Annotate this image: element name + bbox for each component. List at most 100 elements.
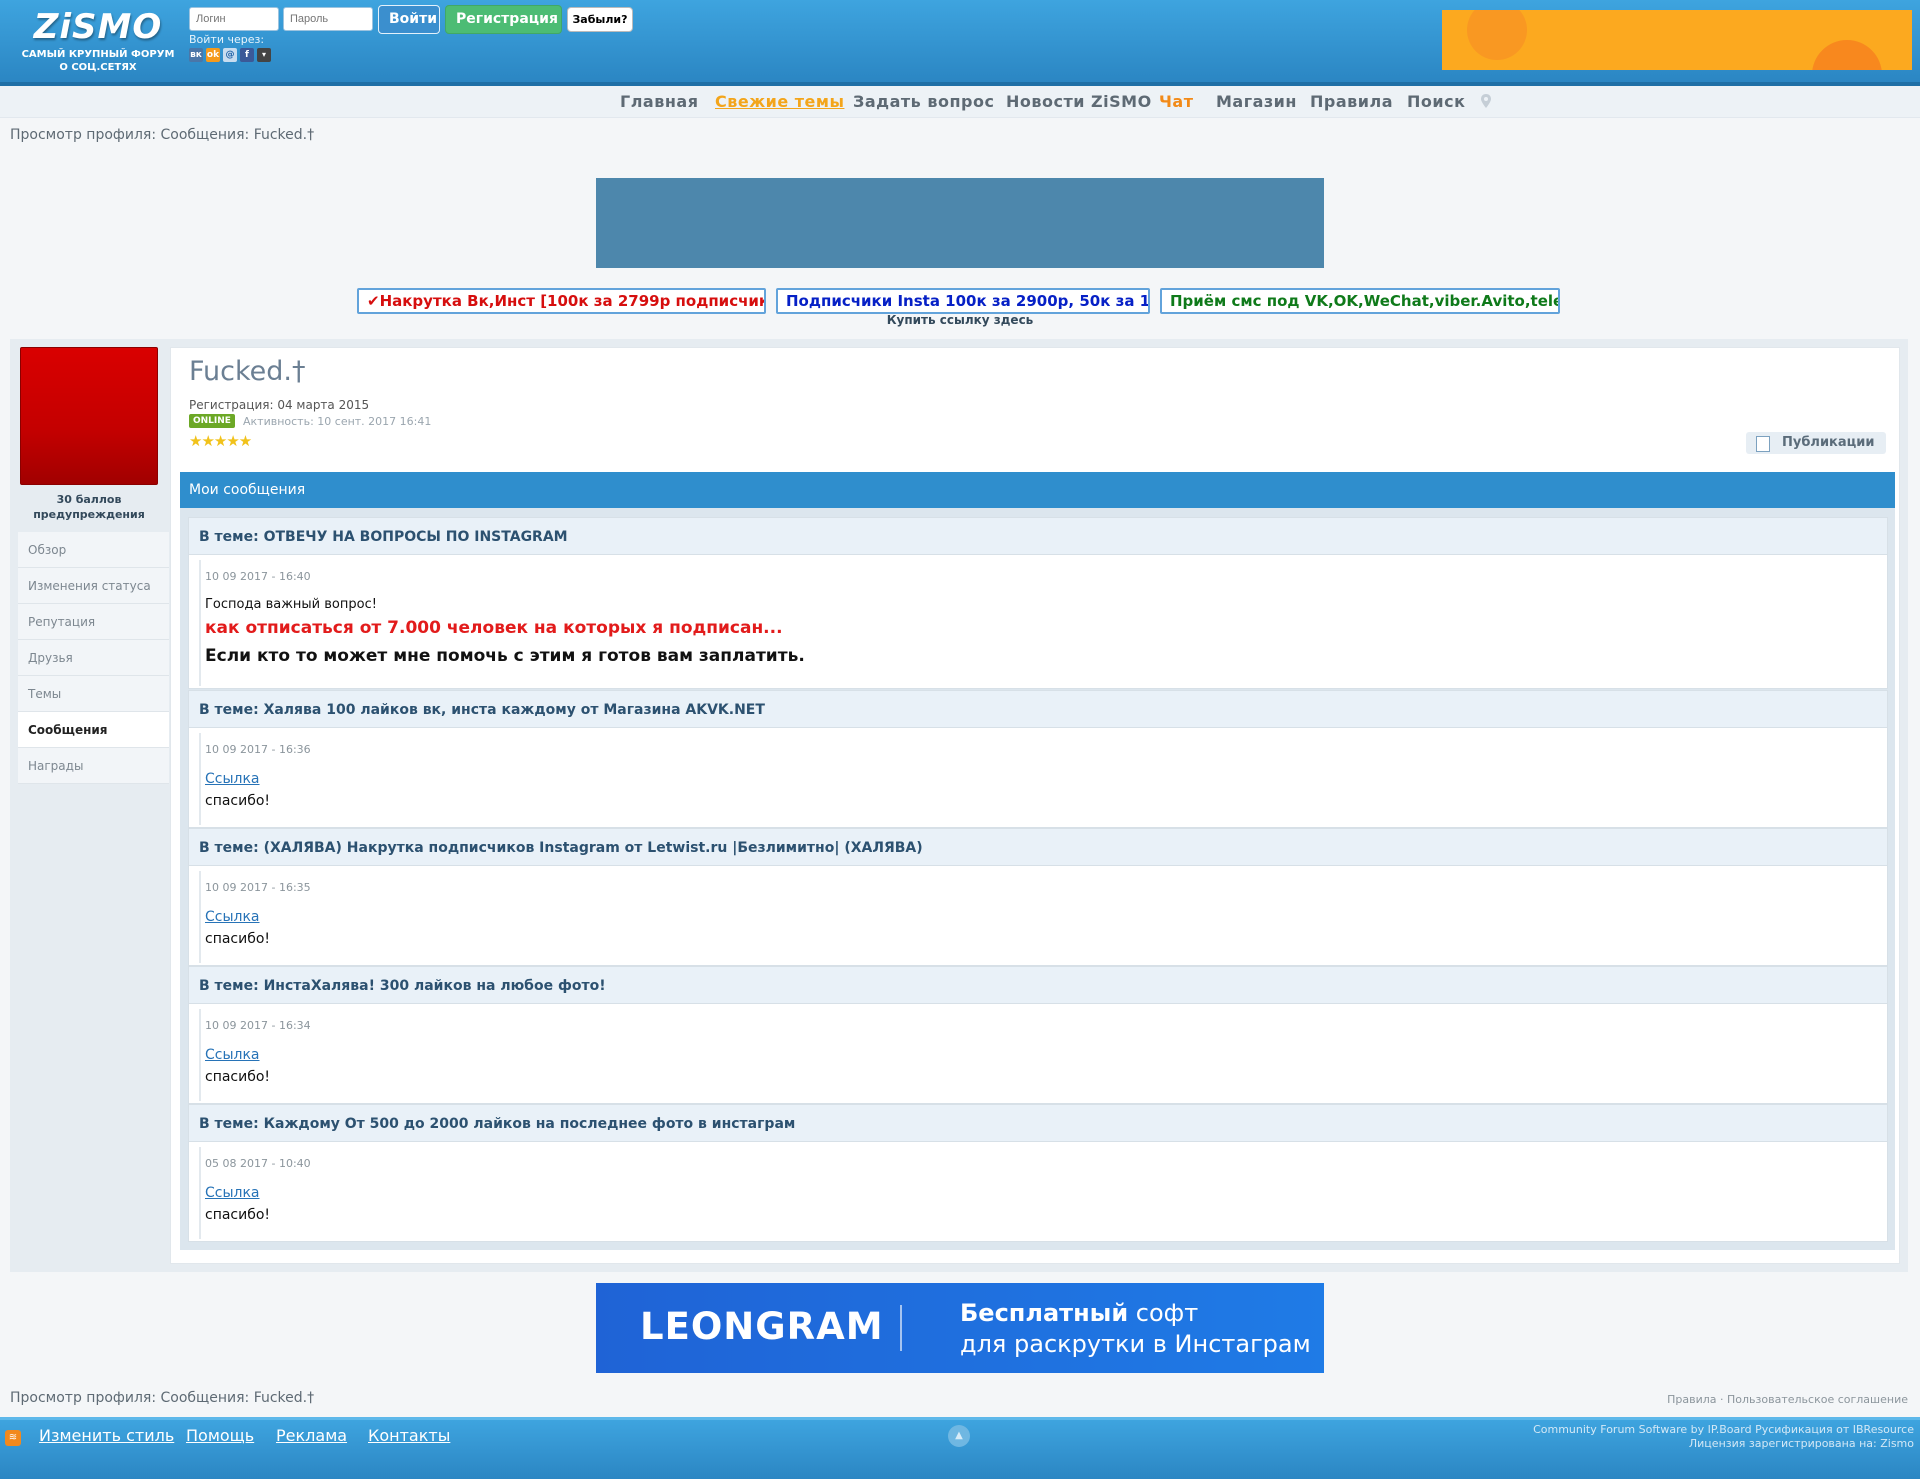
top-banner-ad[interactable] [596,178,1324,268]
bottom-banner-ad[interactable]: LEONGRAM Бесплатный софт для раскрутки в… [596,1283,1324,1373]
post-link[interactable]: Ссылка [205,1185,260,1201]
logo-tagline-2: О СОЦ.СЕТЯХ [59,62,137,73]
post-quote-bar [199,1147,201,1239]
publications-label: Публикации [1782,435,1875,450]
footer-change-style[interactable]: Изменить стиль [39,1426,174,1445]
ad-brand: LEONGRAM [640,1305,884,1348]
vk-icon[interactable]: вк [189,48,203,62]
post-topic-link[interactable]: В теме: Каждому От 500 до 2000 лайков на… [189,1105,1887,1142]
banner-shape [1812,40,1882,70]
post-text-bold: Если кто то может мне помочь с этим я го… [205,646,805,666]
side-menu-status-changes[interactable]: Изменения статуса [18,568,169,604]
copyright-line-1: Community Forum Software by IP.Board Рус… [1533,1423,1914,1436]
site-logo[interactable]: ZiSMO САМЫЙ КРУПНЫЙ ФОРУМ О СОЦ.СЕТЯХ [18,6,178,80]
buy-link[interactable]: Купить ссылку здесь [0,313,1920,327]
post-item: В теме: ОТВЕЧУ НА ВОПРОСЫ ПО INSTAGRAM 1… [188,517,1888,689]
login-button[interactable]: Войти [378,5,440,34]
avatar [20,347,158,485]
ad-line-1: Бесплатный софт [960,1299,1198,1327]
promo-link-1[interactable]: ✔Накрутка Вк,Инст [100к за 2799р подписч… [357,288,766,314]
my-posts-title: Мои сообщения [180,472,1895,508]
post-item: В теме: (ХАЛЯВА) Накрутка подписчиков In… [188,828,1888,966]
post-quote-bar [199,733,201,825]
post-link[interactable]: Ссылка [205,771,260,787]
warning-points[interactable]: 30 баллов предупреждения [20,492,158,522]
footer-contacts[interactable]: Контакты [368,1426,450,1445]
side-menu-overview[interactable]: Обзор [18,532,169,568]
login-via-label: Войти через: [189,33,265,46]
location-pin-icon[interactable] [1481,94,1491,108]
ad-line-1-bold: Бесплатный [960,1299,1129,1327]
post-quote-bar [199,1009,201,1101]
more-icon[interactable]: ▾ [257,48,271,62]
nav-latest-topics[interactable]: Свежие темы [715,92,844,111]
post-link[interactable]: Ссылка [205,1047,260,1063]
nav-ask-question[interactable]: Задать вопрос [853,92,994,111]
post-topic-link[interactable]: В теме: ОТВЕЧУ НА ВОПРОСЫ ПО INSTAGRAM [189,518,1887,555]
rss-icon[interactable]: ≋ [5,1430,21,1446]
post-topic-link[interactable]: В теме: Халява 100 лайков вк, инста кажд… [189,691,1887,728]
side-menu-posts[interactable]: Сообщения [18,712,169,748]
post-date: 05 08 2017 - 10:40 [205,1157,311,1170]
nav-rules[interactable]: Правила [1310,92,1393,111]
publications-button[interactable]: Публикации [1746,432,1886,454]
main-nav: Главная Свежие темы Задать вопрос Новост… [0,86,1920,118]
footer-legal-links[interactable]: Правила · Пользовательское соглашение [1667,1393,1908,1406]
online-badge: ONLINE [189,414,235,428]
breadcrumb-bottom: Просмотр профиля: Сообщения: Fucked.† [10,1390,315,1406]
profile-name: Fucked.† [189,356,306,387]
site-footer: ≋ Изменить стиль Помощь Реклама Контакты… [0,1417,1920,1479]
header-banner-ad[interactable] [1442,10,1912,70]
login-input[interactable] [189,7,279,31]
post-text-highlight: как отписаться от 7.000 человек на котор… [205,618,783,638]
post-text: спасибо! [205,1207,271,1223]
password-input[interactable] [283,7,373,31]
odnoklassniki-icon[interactable]: ok [206,48,220,62]
side-menu-reputation[interactable]: Репутация [18,604,169,640]
side-menu-friends[interactable]: Друзья [18,640,169,676]
profile-side-menu: Обзор Изменения статуса Репутация Друзья… [18,532,169,784]
post-text: спасибо! [205,1069,271,1085]
rating-stars: ★★★★★ [189,432,252,450]
promo-link-3[interactable]: Приём смс под VK,OK,WeChat,viber.Avito,t… [1160,288,1560,314]
footer-advertising[interactable]: Реклама [276,1426,347,1445]
warning-label: предупреждения [33,508,145,521]
nav-shop[interactable]: Магазин [1216,92,1297,111]
registration-date: Регистрация: 04 марта 2015 [189,398,370,412]
post-item: В теме: Халява 100 лайков вк, инста кажд… [188,690,1888,828]
forgot-password-button[interactable]: Забыли? [567,7,633,32]
nav-home[interactable]: Главная [620,92,698,111]
post-text: Господа важный вопрос! [205,597,377,612]
banner-shape [1467,10,1527,60]
register-button[interactable]: Регистрация [445,5,562,34]
logo-tagline-1: САМЫЙ КРУПНЫЙ ФОРУМ [21,49,175,60]
ad-line-1-rest: софт [1128,1299,1199,1327]
post-date: 10 09 2017 - 16:35 [205,881,311,894]
side-menu-topics[interactable]: Темы [18,676,169,712]
nav-search[interactable]: Поиск [1407,92,1465,111]
nav-zismo-news[interactable]: Новости ZiSMO [1006,92,1152,111]
post-quote-bar [199,560,201,686]
profile-main: Fucked.† Регистрация: 04 марта 2015 ONLI… [170,347,1900,1264]
post-date: 10 09 2017 - 16:34 [205,1019,311,1032]
promo-link-2[interactable]: Подписчики Insta 100к за 2900р, 50к за 1… [776,288,1150,314]
site-header: ZiSMO САМЫЙ КРУПНЫЙ ФОРУМ О СОЦ.СЕТЯХ Во… [0,0,1920,86]
post-date: 10 09 2017 - 16:36 [205,743,311,756]
side-menu-awards[interactable]: Награды [18,748,169,784]
warning-count: 30 баллов [56,493,122,506]
nav-chat[interactable]: Чат [1159,92,1194,111]
post-item: В теме: Каждому От 500 до 2000 лайков на… [188,1104,1888,1242]
post-item: В теме: ИнстаХалява! 300 лайков на любое… [188,966,1888,1104]
post-date: 10 09 2017 - 16:40 [205,570,311,583]
post-topic-link[interactable]: В теме: ИнстаХалява! 300 лайков на любое… [189,967,1887,1004]
post-link[interactable]: Ссылка [205,909,260,925]
scroll-top-icon[interactable]: ▲ [948,1425,970,1447]
ad-line-2: для раскрутки в Инстаграм [960,1330,1311,1358]
post-topic-link[interactable]: В теме: (ХАЛЯВА) Накрутка подписчиков In… [189,829,1887,866]
facebook-icon[interactable]: f [240,48,254,62]
mailru-icon[interactable]: @ [223,48,237,62]
my-posts-section: Мои сообщения В теме: ОТВЕЧУ НА ВОПРОСЫ … [180,472,1895,1250]
post-text: спасибо! [205,793,271,809]
footer-help[interactable]: Помощь [186,1426,254,1445]
post-text: спасибо! [205,931,271,947]
